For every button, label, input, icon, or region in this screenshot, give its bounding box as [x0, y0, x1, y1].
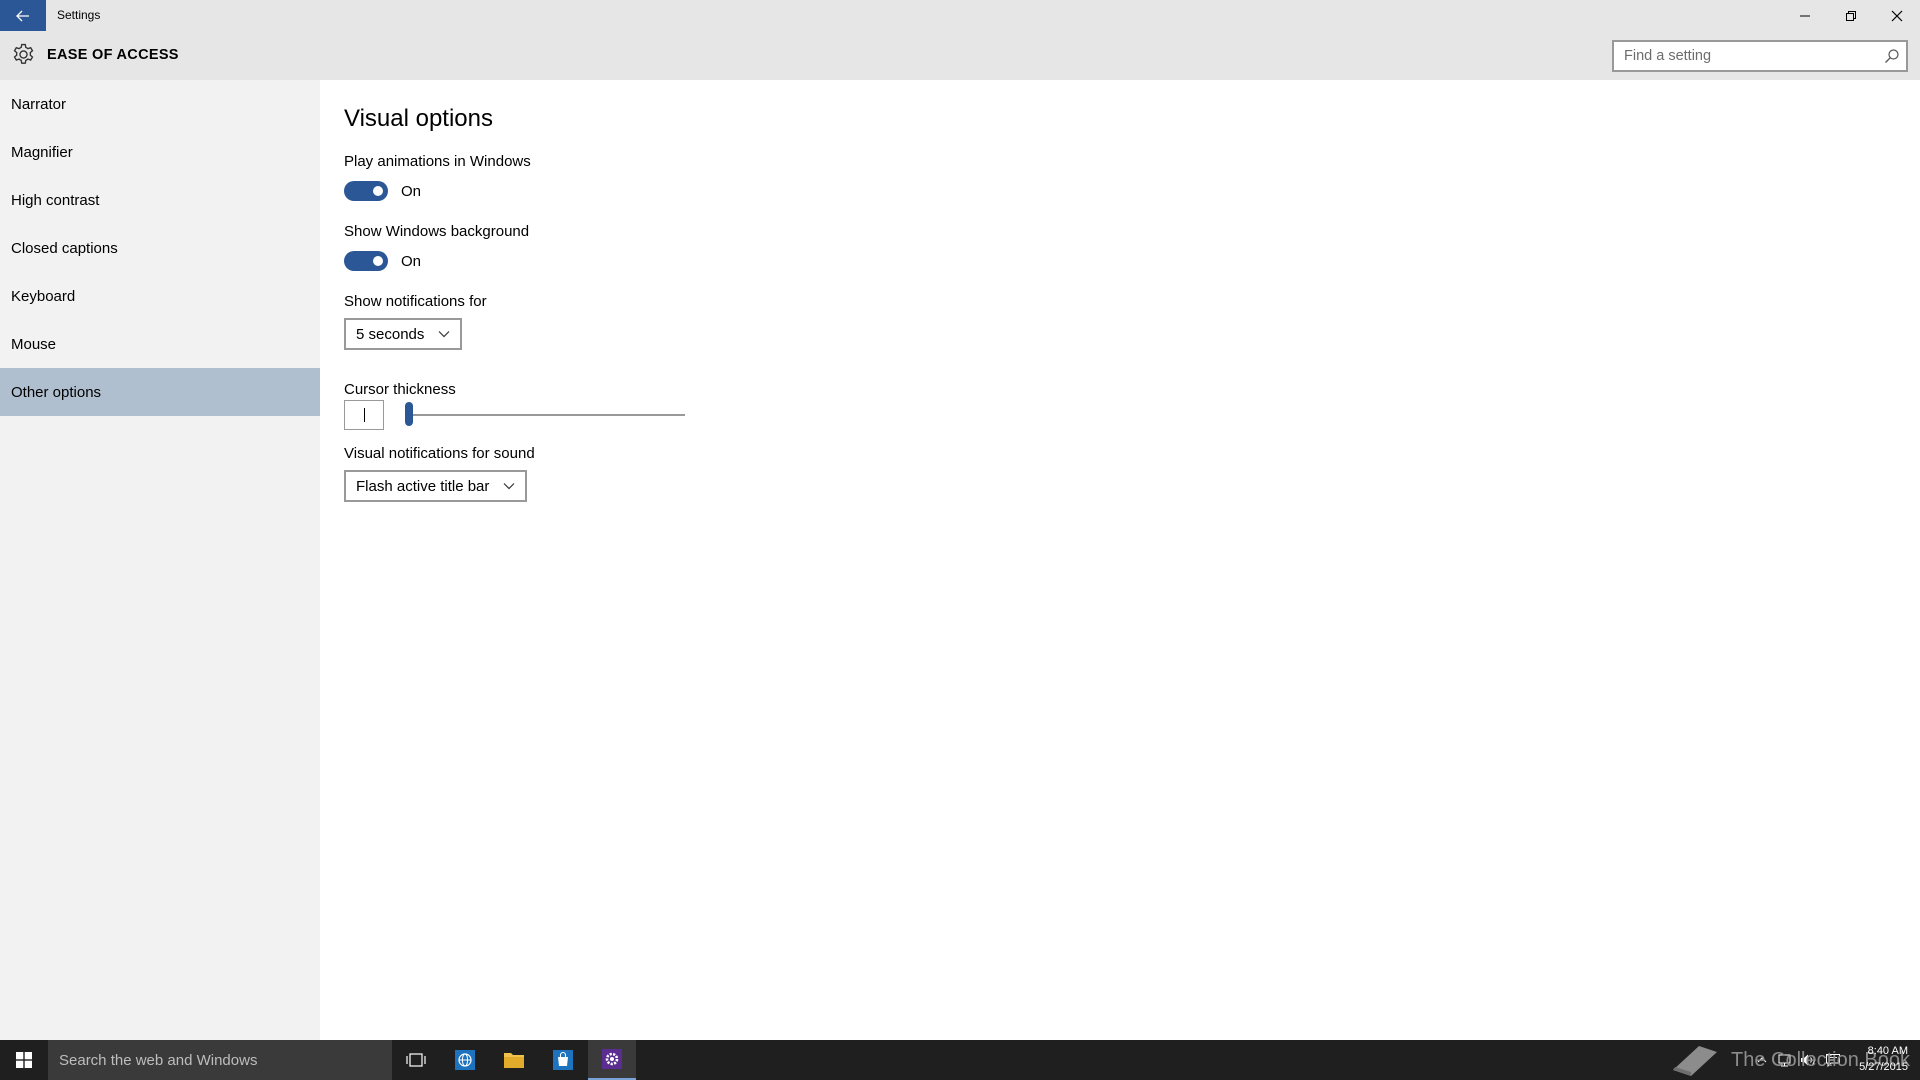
play-animations-toggle[interactable]: [344, 181, 388, 201]
settings-gear-icon: [602, 1049, 622, 1069]
title-bar: Settings: [0, 0, 1920, 31]
sidebar-item-label: Keyboard: [11, 287, 76, 305]
windows-logo-icon: [16, 1052, 32, 1068]
sidebar-item-narrator[interactable]: Narrator: [0, 80, 320, 128]
visual-sound-label: Visual notifications for sound: [344, 445, 535, 462]
sidebar-item-label: Magnifier: [11, 143, 73, 161]
toggle-knob: [373, 186, 383, 196]
visual-sound-dropdown[interactable]: Flash active title bar: [344, 470, 528, 502]
find-setting-input[interactable]: [1614, 42, 1874, 70]
restore-button[interactable]: [1828, 0, 1874, 31]
book-icon: [1673, 1046, 1717, 1076]
visual-sound-value: Flash active title bar: [356, 477, 490, 495]
notifications-duration-dropdown[interactable]: 5 seconds: [344, 318, 463, 350]
store-taskbar-button[interactable]: [539, 1040, 587, 1080]
watermark-book-logo: [1665, 1040, 1725, 1080]
show-background-label: Show Windows background: [344, 223, 530, 240]
main-content: Visual options Play animations in Window…: [320, 80, 1920, 1040]
clock-time: 8:40 AM: [1867, 1045, 1908, 1057]
sidebar-item-high-contrast[interactable]: High contrast: [0, 176, 320, 224]
settings-taskbar-button[interactable]: [588, 1040, 636, 1080]
taskbar-search-input[interactable]: [48, 1040, 392, 1080]
clock-date: 5/27/2015: [1859, 1061, 1908, 1073]
taskbar-clock[interactable]: 8:40 AM 5/27/2015: [1848, 1043, 1908, 1075]
settings-header: EASE OF ACCESS: [0, 31, 1920, 80]
start-button[interactable]: [0, 1040, 48, 1080]
chevron-down-icon: [438, 331, 450, 338]
show-background-row: On: [344, 251, 421, 271]
slider-thumb[interactable]: [405, 402, 413, 426]
sidebar-item-closed-captions[interactable]: Closed captions: [0, 224, 320, 272]
restore-icon: [1846, 10, 1856, 21]
sidebar-item-label: High contrast: [11, 191, 100, 209]
taskbar: [0, 1040, 1920, 1080]
play-animations-state: On: [401, 182, 422, 200]
slider-track: [405, 414, 685, 416]
cursor-thickness-slider[interactable]: [405, 402, 685, 428]
chevron-down-icon: [503, 483, 515, 490]
close-button[interactable]: [1874, 0, 1920, 31]
sidebar-item-label: Other options: [11, 383, 102, 401]
minimize-icon: [1800, 15, 1810, 16]
sidebar-item-other-options[interactable]: Other options: [0, 368, 320, 416]
file-explorer-taskbar-button[interactable]: [490, 1040, 538, 1080]
show-background-state: On: [401, 252, 422, 270]
search-icon[interactable]: [1884, 48, 1900, 64]
minimize-button[interactable]: [1782, 0, 1828, 31]
sidebar-item-keyboard[interactable]: Keyboard: [0, 272, 320, 320]
sidebar-item-magnifier[interactable]: Magnifier: [0, 128, 320, 176]
browser-taskbar-button[interactable]: [441, 1040, 489, 1080]
cursor-thickness-label: Cursor thickness: [344, 381, 456, 398]
play-animations-row: On: [344, 181, 421, 201]
task-view-button[interactable]: [392, 1040, 440, 1080]
sidebar-item-label: Narrator: [11, 95, 67, 113]
cursor-thickness-preview: [344, 400, 384, 430]
task-view-icon: [406, 1053, 426, 1067]
text-cursor-preview: [364, 408, 365, 422]
play-animations-label: Play animations in Windows: [344, 153, 531, 170]
sidebar-item-label: Closed captions: [11, 239, 118, 257]
section-title: EASE OF ACCESS: [47, 47, 179, 63]
page-title: Visual options: [344, 105, 493, 132]
back-button[interactable]: [0, 0, 46, 31]
store-bag-icon: [553, 1050, 573, 1070]
notifications-duration-label: Show notifications for: [344, 293, 487, 310]
arrow-left-icon: [16, 10, 29, 21]
toggle-knob: [373, 256, 383, 266]
gear-icon: [13, 43, 34, 64]
folder-icon: [504, 1053, 524, 1068]
app-title: Settings: [57, 8, 101, 22]
sidebar-item-mouse[interactable]: Mouse: [0, 320, 320, 368]
taskbar-search-box[interactable]: [48, 1040, 392, 1080]
sidebar: Narrator Magnifier High contrast Closed …: [0, 80, 320, 1040]
sidebar-item-label: Mouse: [11, 335, 57, 353]
find-setting-box[interactable]: [1612, 40, 1908, 72]
show-background-toggle[interactable]: [344, 251, 388, 271]
notifications-duration-value: 5 seconds: [356, 325, 425, 343]
close-icon: [1891, 10, 1903, 21]
browser-globe-icon: [455, 1050, 475, 1070]
